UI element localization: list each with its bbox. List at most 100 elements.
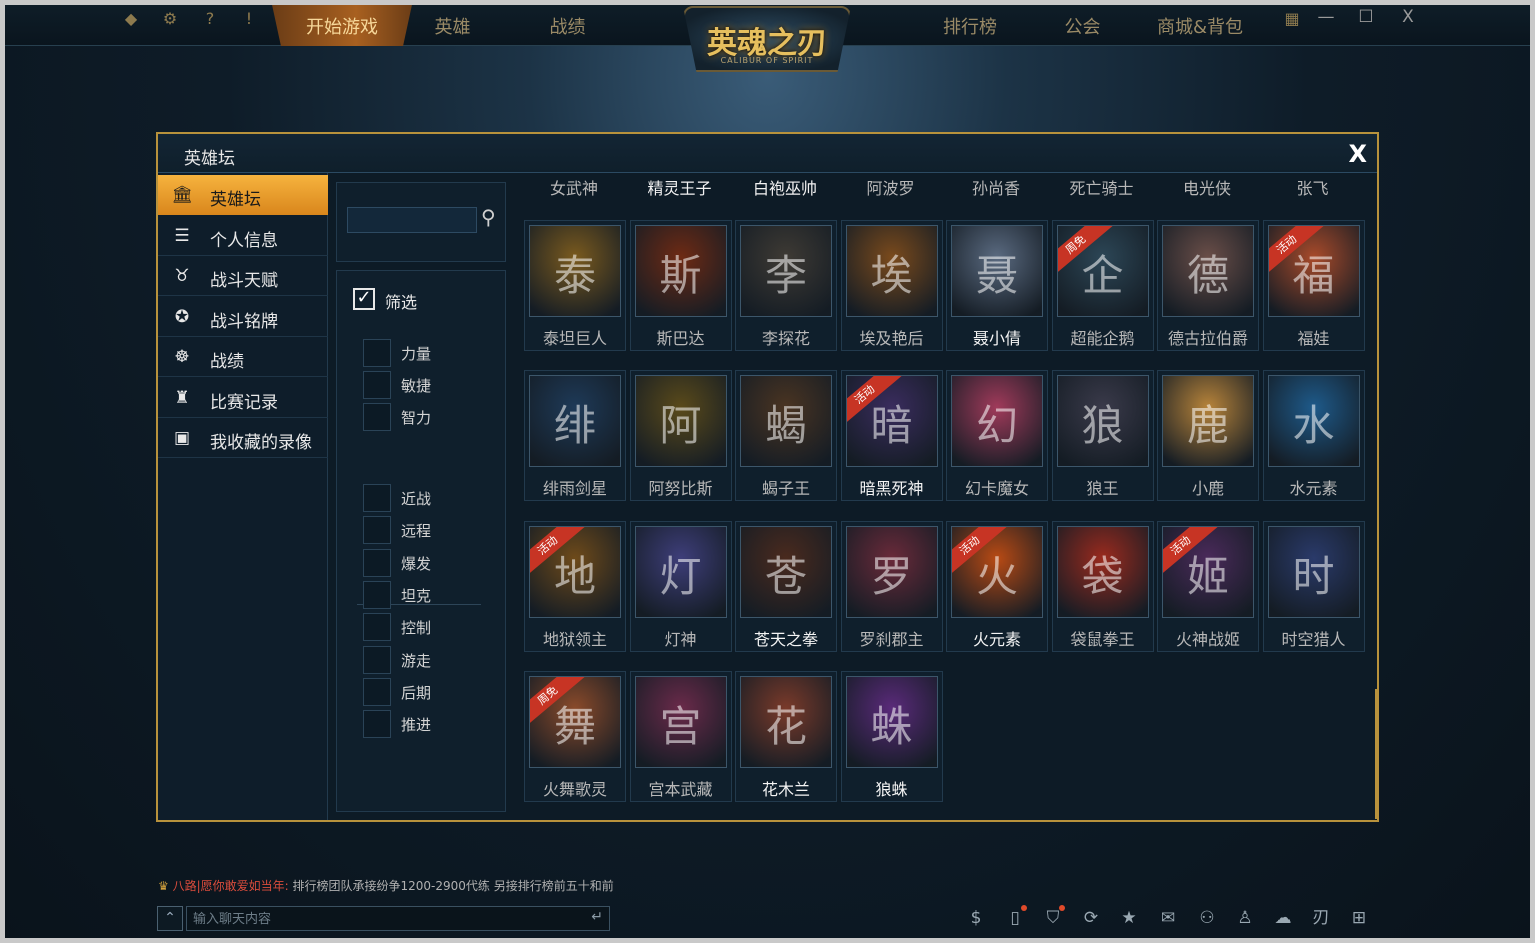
hero-card[interactable]: 暗活动 暗黑死神 xyxy=(840,370,943,502)
hero-search-input[interactable] xyxy=(347,207,477,233)
hero-card[interactable]: 绯绯雨剑星 xyxy=(524,370,626,502)
alert-icon[interactable]: ! xyxy=(238,8,260,30)
hero-portrait: 苍 xyxy=(740,525,832,618)
hero-card[interactable]: 宫宫本武藏 xyxy=(629,670,732,802)
send-icon[interactable]: ↵ xyxy=(591,909,603,925)
hero-card[interactable]: 埃埃及艳后 xyxy=(840,220,943,351)
minimize-button[interactable]: — xyxy=(1315,6,1337,28)
checkbox[interactable] xyxy=(363,548,391,577)
filter-role-3[interactable]: 坦克 xyxy=(363,580,483,609)
filter-role-7[interactable]: 推进 xyxy=(363,710,483,739)
hero-card[interactable]: 时时空猎人 xyxy=(1262,520,1365,652)
filter-role-5[interactable]: 游走 xyxy=(363,645,483,674)
checkbox[interactable] xyxy=(363,645,391,674)
hero-name-partial[interactable]: 孙尚香 xyxy=(946,175,1046,199)
checkbox[interactable] xyxy=(363,710,391,739)
filter-master-checkbox[interactable]: ✓ xyxy=(353,288,375,310)
hero-name-partial[interactable]: 阿波罗 xyxy=(841,175,941,199)
checkbox[interactable] xyxy=(363,371,391,399)
hero-card[interactable]: 阿阿努比斯 xyxy=(629,370,732,502)
hero-name-partial[interactable]: 死亡骑士 xyxy=(1052,175,1152,199)
hero-card[interactable]: 舞周免 火舞歌灵 xyxy=(524,670,626,802)
checkbox[interactable] xyxy=(363,677,391,706)
sidebar-item-3[interactable]: ✪ 战斗铭牌 xyxy=(158,297,328,337)
hero-name-partial[interactable]: 电光侠 xyxy=(1157,175,1257,199)
mail-icon[interactable]: ✉ xyxy=(1155,905,1181,931)
gift-icon[interactable]: ⊞ xyxy=(1346,905,1372,931)
skin-icon[interactable]: ▦ xyxy=(1281,8,1303,30)
hero-name-partial[interactable]: 精灵王子 xyxy=(630,175,730,199)
tab-shop-bag[interactable]: 商城&背包 xyxy=(1140,0,1260,46)
tab-start-game[interactable]: 开始游戏 xyxy=(271,0,413,46)
hero-card[interactable]: 袋袋鼠拳王 xyxy=(1051,520,1154,652)
hero-card[interactable]: 花花木兰 xyxy=(735,670,837,802)
sidebar-item-4[interactable]: ☸ 战绩 xyxy=(158,337,328,377)
checkbox[interactable] xyxy=(363,580,391,609)
filter-attribute-0[interactable]: 力量 xyxy=(363,339,483,367)
tab-heroes[interactable]: 英雄 xyxy=(400,0,505,46)
hero-card[interactable]: 泰泰坦巨人 xyxy=(524,220,626,351)
checkbox[interactable] xyxy=(363,613,391,642)
hero-grid-scrollbar[interactable] xyxy=(1375,689,1379,819)
hero-name-partial[interactable]: 张飞 xyxy=(1263,175,1363,199)
user-icon[interactable]: ♙ xyxy=(1232,905,1258,931)
filter-role-4[interactable]: 控制 xyxy=(363,613,483,642)
search-icon[interactable]: ⚲ xyxy=(481,205,496,229)
dialog-close-button[interactable]: X xyxy=(1348,140,1367,168)
filter-attribute-1[interactable]: 敏捷 xyxy=(363,371,483,399)
sidebar-item-5[interactable]: ♜ 比赛记录 xyxy=(158,378,328,418)
chat-expand-button[interactable]: ⌃ xyxy=(157,906,183,931)
logo-icon[interactable]: 刃 xyxy=(1308,905,1334,931)
diamond-icon[interactable]: ◆ xyxy=(120,8,142,30)
hero-card[interactable]: 幻幻卡魔女 xyxy=(946,370,1048,502)
hero-card[interactable]: 狼狼王 xyxy=(1051,370,1154,502)
tab-rankings[interactable]: 排行榜 xyxy=(915,0,1025,46)
hero-card[interactable]: 苍苍天之拳 xyxy=(735,520,837,652)
hero-card[interactable]: 地活动 地狱领主 xyxy=(524,520,626,652)
chat-input[interactable] xyxy=(187,907,577,930)
hero-card[interactable]: 蝎蝎子王 xyxy=(735,370,837,502)
filter-attribute-2[interactable]: 智力 xyxy=(363,403,483,431)
checkbox[interactable] xyxy=(363,339,391,367)
shield-icon[interactable]: ⛉ xyxy=(1040,905,1066,931)
sidebar-item-6[interactable]: ▣ 我收藏的录像 xyxy=(158,418,328,458)
checkbox[interactable] xyxy=(363,403,391,431)
hero-card[interactable]: 罗罗刹郡主 xyxy=(840,520,943,652)
hero-card[interactable]: 水水元素 xyxy=(1262,370,1365,502)
tab-guild[interactable]: 公会 xyxy=(1030,0,1135,46)
hero-card[interactable]: 姬活动 火神战姬 xyxy=(1157,520,1259,652)
moneybag-icon[interactable]: $ xyxy=(963,905,989,931)
tab-records[interactable]: 战绩 xyxy=(515,0,620,46)
window-close-button[interactable]: X xyxy=(1397,6,1419,28)
friends-icon[interactable]: ⚇ xyxy=(1194,905,1220,931)
star-icon[interactable]: ★ xyxy=(1116,905,1142,931)
hero-card[interactable]: 鹿小鹿 xyxy=(1157,370,1259,502)
hero-name-partial[interactable]: 女武神 xyxy=(524,175,624,199)
gear-icon[interactable]: ⚙ xyxy=(159,8,181,30)
hero-card[interactable]: 蛛狼蛛 xyxy=(840,670,943,802)
checkbox[interactable] xyxy=(363,484,391,512)
hero-card[interactable]: 李李探花 xyxy=(735,220,837,351)
checkbox[interactable] xyxy=(363,516,391,545)
hero-card[interactable]: 企周免 超能企鹅 xyxy=(1051,220,1154,351)
sidebar-item-0[interactable]: 🏛 英雄坛 xyxy=(158,175,328,215)
sidebar-item-1[interactable]: ☰ 个人信息 xyxy=(158,216,328,256)
filter-role-6[interactable]: 后期 xyxy=(363,677,483,706)
sidebar-item-2[interactable]: ♉ 战斗天赋 xyxy=(158,256,328,296)
hero-card[interactable]: 斯斯巴达 xyxy=(629,220,732,351)
phone-icon[interactable]: ▯ xyxy=(1002,905,1028,931)
hero-card[interactable]: 聂聂小倩 xyxy=(946,220,1048,351)
help-icon[interactable]: ? xyxy=(199,8,221,30)
wechat-icon[interactable]: ☁ xyxy=(1270,905,1296,931)
hero-card[interactable]: 德德古拉伯爵 xyxy=(1157,220,1259,351)
filter-role-2[interactable]: 爆发 xyxy=(363,548,483,577)
filter-role-0[interactable]: 近战 xyxy=(363,484,483,512)
refresh-icon[interactable]: ⟳ xyxy=(1078,905,1104,931)
hero-card[interactable]: 火活动 火元素 xyxy=(946,520,1048,652)
hero-name-partial[interactable]: 白袍巫帅 xyxy=(735,175,835,199)
hero-card[interactable]: 福活动 福娃 xyxy=(1262,220,1365,351)
crown-icon: ♛ xyxy=(158,879,169,893)
hero-card[interactable]: 灯灯神 xyxy=(629,520,732,652)
maximize-button[interactable]: ☐ xyxy=(1355,6,1377,28)
filter-role-1[interactable]: 远程 xyxy=(363,516,483,545)
